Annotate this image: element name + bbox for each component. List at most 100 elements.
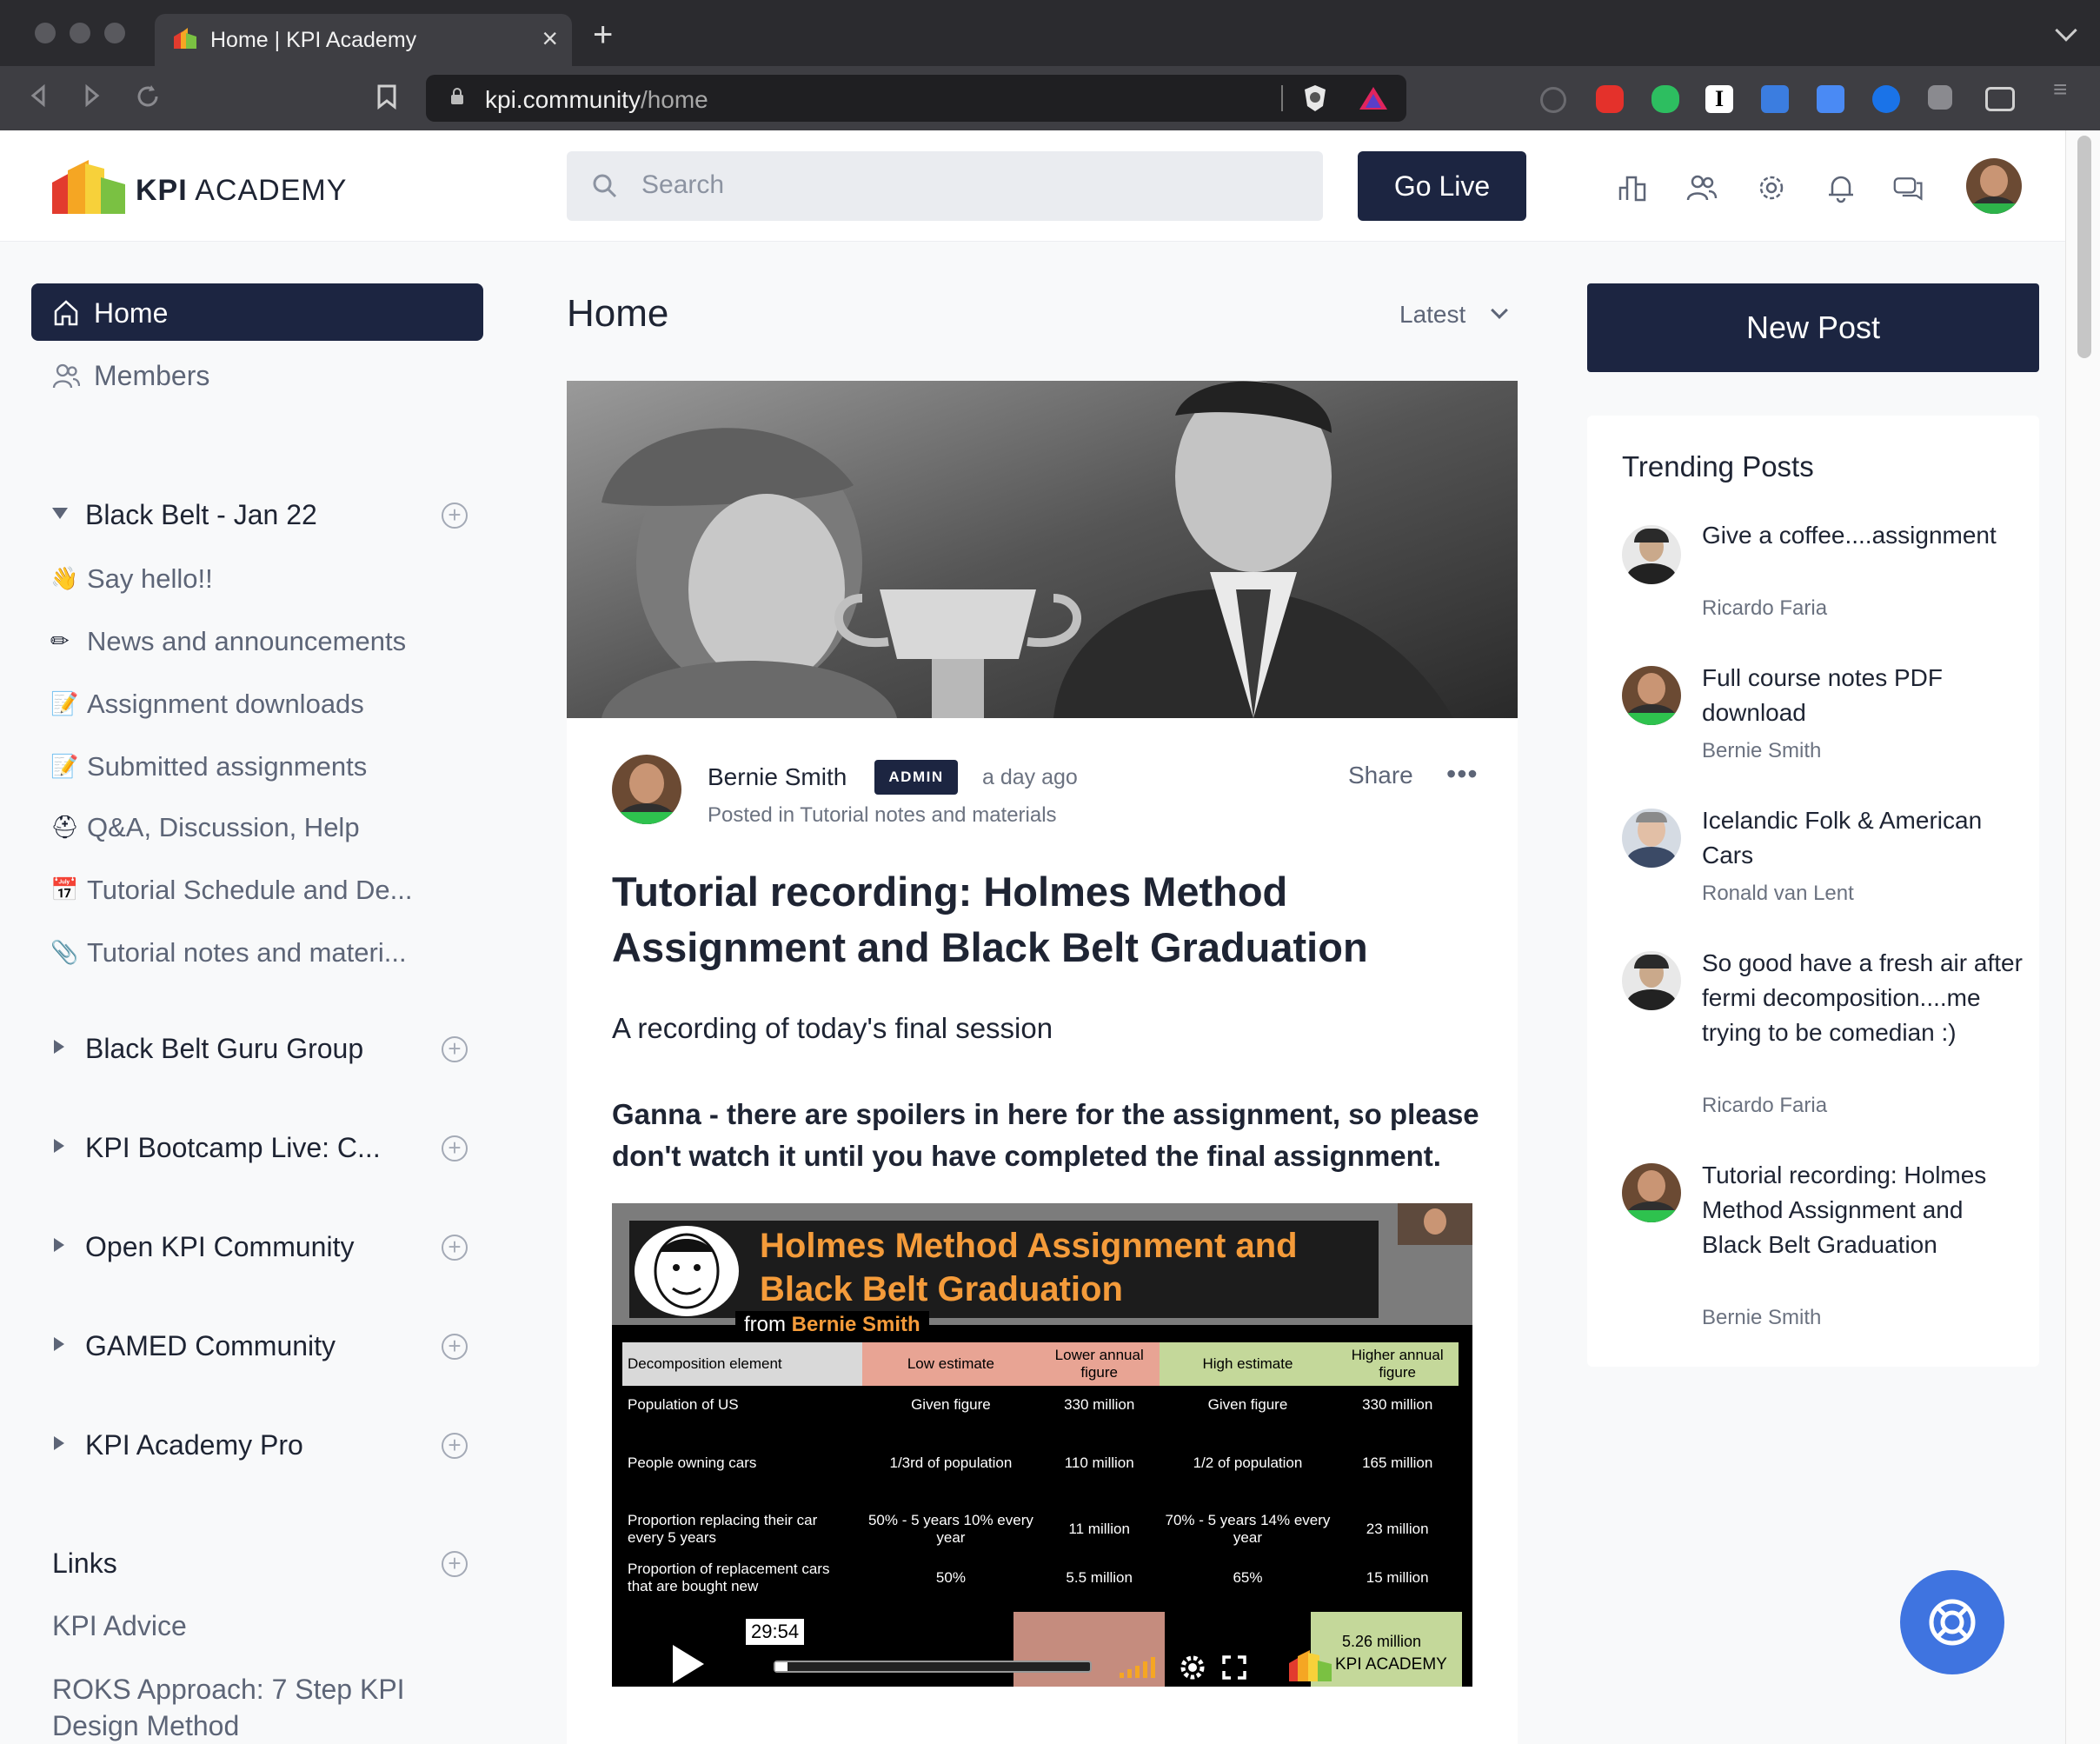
tab-list-chevron-icon[interactable] (2055, 19, 2077, 42)
lastpass-extension-icon[interactable] (1596, 85, 1624, 113)
extensions-puzzle-icon[interactable] (1928, 85, 1952, 110)
space-group-black-belt-jan22[interactable]: Black Belt - Jan 22 (85, 499, 317, 531)
expand-triangle-icon[interactable] (54, 1436, 64, 1450)
author-name[interactable]: Bernie Smith (708, 763, 847, 791)
page-scrollbar[interactable] (2065, 130, 2100, 1744)
link-roks-approach[interactable]: ROKS Approach: 7 Step KPI Design Method (52, 1671, 435, 1744)
expand-triangle-icon[interactable] (54, 1238, 64, 1252)
chevron-down-icon[interactable] (1491, 302, 1508, 319)
bookmark-icon[interactable] (375, 83, 398, 110)
posted-in-space[interactable]: Posted in Tutorial notes and materials (708, 803, 1057, 828)
settings-icon[interactable] (1756, 172, 1787, 203)
trending-post-title[interactable]: So good have a fresh air after fermi dec… (1702, 946, 2024, 1050)
video-byline[interactable]: from Bernie Smith (735, 1311, 929, 1339)
post-title[interactable]: Tutorial recording: Holmes Method Assign… (612, 864, 1472, 975)
brave-shield-icon[interactable] (1302, 83, 1328, 113)
scrollbar-thumb[interactable] (2077, 136, 2091, 358)
chat-icon[interactable] (1893, 172, 1924, 203)
trending-post-author[interactable]: Ricardo Faria (1702, 596, 1827, 621)
play-icon[interactable] (673, 1645, 704, 1683)
kpi-academy-logo-icon[interactable] (50, 160, 127, 214)
sidebar-item-say-hello[interactable]: Say hello!! (87, 563, 213, 595)
add-space-icon[interactable]: + (442, 503, 468, 529)
trending-avatar[interactable] (1622, 809, 1681, 868)
video-player[interactable]: Holmes Method Assignment and Black Belt … (612, 1203, 1472, 1687)
sidebar-item-news[interactable]: News and announcements (87, 626, 406, 657)
trending-post-title[interactable]: Tutorial recording: Holmes Method Assign… (1702, 1158, 2024, 1262)
evernote-extension-icon[interactable] (1651, 85, 1679, 113)
trending-post-title[interactable]: Give a coffee....assignment (1702, 518, 2024, 553)
video-progress-bar[interactable] (774, 1661, 1092, 1673)
add-space-icon[interactable]: + (442, 1334, 468, 1360)
trending-post-author[interactable]: Bernie Smith (1702, 739, 1821, 763)
sidebar-item-members[interactable]: Members (94, 360, 209, 392)
browser-menu-icon[interactable]: ≡ (2053, 77, 2070, 102)
add-space-icon[interactable]: + (442, 1433, 468, 1459)
space-group-open-kpi[interactable]: Open KPI Community (85, 1231, 354, 1263)
window-zoom-dot[interactable] (104, 23, 125, 43)
sidebar-item-qa[interactable]: Q&A, Discussion, Help (87, 812, 360, 843)
trending-avatar[interactable] (1622, 525, 1681, 584)
new-post-button[interactable]: New Post (1587, 283, 2039, 372)
post-timestamp[interactable]: a day ago (982, 765, 1078, 790)
add-space-icon[interactable]: + (442, 1135, 468, 1162)
add-space-icon[interactable]: + (442, 1036, 468, 1062)
expand-triangle-icon[interactable] (54, 1040, 64, 1054)
forward-icon[interactable] (80, 83, 104, 108)
link-kpi-advice[interactable]: KPI Advice (52, 1610, 187, 1642)
trending-post-author[interactable]: Bernie Smith (1702, 1306, 1821, 1330)
trending-post-title[interactable]: Icelandic Folk & American Cars (1702, 803, 2024, 873)
sidebar-item-tutorial-schedule[interactable]: Tutorial Schedule and De... (87, 875, 413, 906)
sort-dropdown[interactable]: Latest (1399, 301, 1465, 329)
brave-rewards-icon[interactable] (1358, 85, 1389, 111)
trending-post-author[interactable]: Ricardo Faria (1702, 1094, 1827, 1118)
instapaper-extension-icon[interactable]: I (1705, 85, 1733, 113)
add-space-icon[interactable]: + (442, 1235, 468, 1261)
members-icon[interactable] (1686, 172, 1718, 203)
window-minimize-dot[interactable] (70, 23, 90, 43)
add-link-icon[interactable]: + (442, 1551, 468, 1577)
reload-icon[interactable] (136, 83, 162, 110)
space-group-black-belt-guru[interactable]: Black Belt Guru Group (85, 1033, 363, 1065)
new-tab-icon[interactable]: + (593, 17, 613, 52)
back-icon[interactable] (26, 83, 50, 108)
user-avatar[interactable] (1966, 158, 2022, 214)
trending-avatar[interactable] (1622, 666, 1681, 725)
trending-avatar[interactable] (1622, 1163, 1681, 1222)
share-button[interactable]: Share (1348, 762, 1413, 789)
search-input[interactable]: Search (567, 151, 1323, 221)
volume-icon[interactable] (1120, 1655, 1161, 1680)
sidebar-item-home[interactable]: Home (31, 283, 483, 341)
space-group-kpi-academy-pro[interactable]: KPI Academy Pro (85, 1429, 303, 1461)
sidebar-item-assignment-downloads[interactable]: Assignment downloads (87, 689, 364, 720)
window-close-dot[interactable] (35, 23, 56, 43)
browser-tab[interactable]: Home | KPI Academy × (155, 14, 572, 66)
table-cell: 165 million (1362, 1454, 1433, 1471)
settings-gear-icon[interactable] (1179, 1654, 1206, 1681)
wallet-icon[interactable] (1985, 87, 2015, 111)
browser-extension-icon[interactable] (1872, 85, 1900, 113)
bell-icon[interactable] (1825, 172, 1857, 203)
space-group-kpi-bootcamp[interactable]: KPI Bootcamp Live: C... (85, 1132, 381, 1164)
space-group-gamed[interactable]: GAMED Community (85, 1330, 336, 1362)
trending-post-title[interactable]: Full course notes PDF download (1702, 661, 2024, 730)
todo-extension-icon[interactable] (1761, 85, 1789, 113)
help-lifebuoy-button[interactable] (1900, 1570, 2004, 1674)
collapse-triangle-icon[interactable] (52, 508, 68, 519)
more-options-icon[interactable]: ••• (1446, 758, 1479, 790)
translate-extension-icon[interactable] (1817, 85, 1844, 113)
sidebar-item-tutorial-notes[interactable]: Tutorial notes and materi... (87, 937, 407, 969)
author-avatar[interactable] (612, 755, 681, 824)
fullscreen-icon[interactable] (1222, 1655, 1246, 1680)
info-extension-icon[interactable] (1540, 87, 1566, 113)
leaderboard-icon[interactable] (1617, 172, 1648, 203)
go-live-button[interactable]: Go Live (1358, 151, 1526, 221)
trending-post-author[interactable]: Ronald van Lent (1702, 882, 1854, 906)
address-bar[interactable]: kpi.community/home (426, 75, 1406, 122)
logo-text[interactable]: KPI ACADEMY (136, 174, 347, 208)
sidebar-item-submitted-assignments[interactable]: Submitted assignments (87, 751, 367, 782)
expand-triangle-icon[interactable] (54, 1139, 64, 1153)
tab-close-icon[interactable]: × (542, 23, 558, 55)
expand-triangle-icon[interactable] (54, 1337, 64, 1351)
trending-avatar[interactable] (1622, 951, 1681, 1010)
